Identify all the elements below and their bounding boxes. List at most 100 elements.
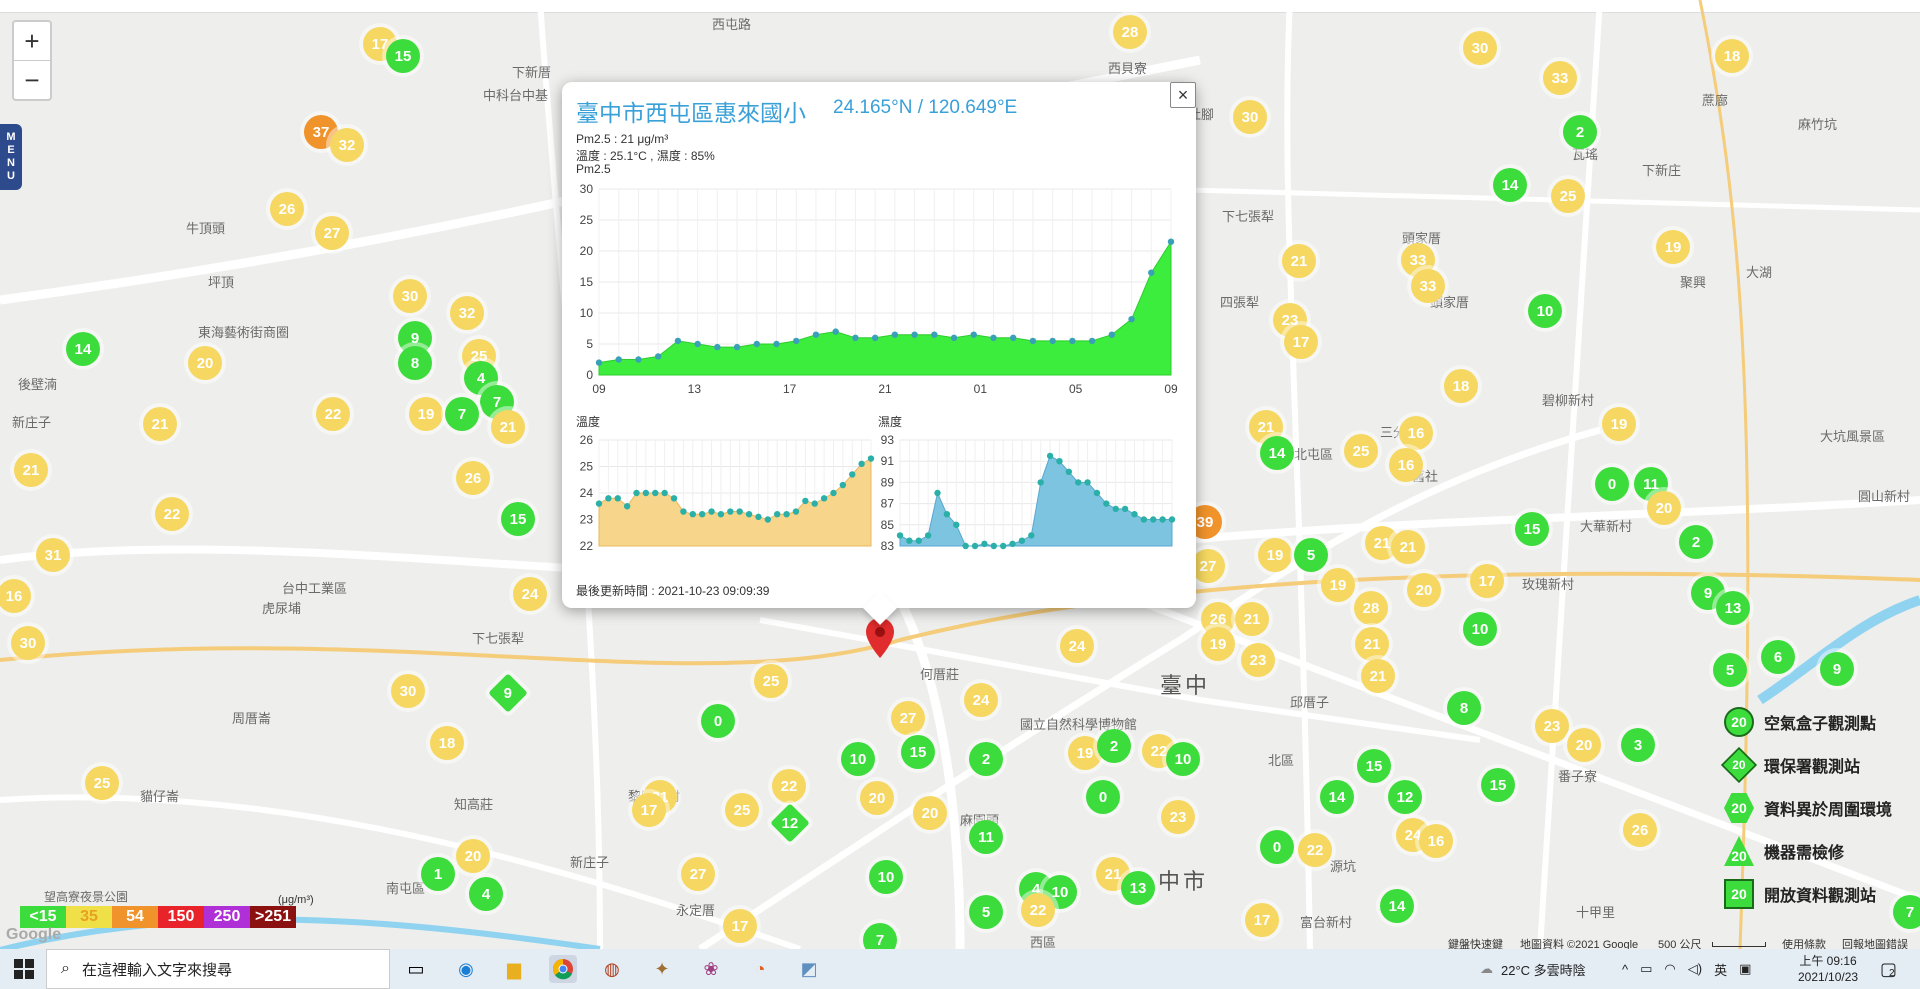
airbox-marker[interactable]: 32 <box>450 296 484 330</box>
airbox-marker[interactable]: 2 <box>969 742 1003 776</box>
airbox-marker[interactable]: 22 <box>1021 893 1055 927</box>
airbox-marker[interactable]: 23 <box>1241 643 1275 677</box>
airbox-marker[interactable]: 14 <box>1493 168 1527 202</box>
airbox-marker[interactable]: 22 <box>1298 833 1332 867</box>
keyboard-shortcuts-link[interactable]: 鍵盤快速鍵 <box>1448 936 1503 949</box>
volume-icon[interactable]: ◁) <box>1688 961 1702 977</box>
airbox-marker[interactable]: 15 <box>386 39 420 73</box>
airbox-marker[interactable]: 22 <box>772 769 806 803</box>
airbox-marker[interactable]: 21 <box>1235 602 1269 636</box>
airbox-marker[interactable]: 20 <box>188 346 222 380</box>
airbox-marker[interactable]: 26 <box>456 461 490 495</box>
airbox-marker[interactable]: 21 <box>1355 627 1389 661</box>
airbox-marker[interactable]: 17 <box>1245 903 1279 937</box>
battery-icon[interactable]: ▭ <box>1640 961 1652 977</box>
airbox-marker[interactable]: 5 <box>1713 653 1747 687</box>
airbox-marker[interactable]: 28 <box>1354 591 1388 625</box>
airbox-marker[interactable]: 22 <box>155 497 189 531</box>
airbox-marker[interactable]: 10 <box>869 860 903 894</box>
airbox-marker[interactable]: 21 <box>1361 659 1395 693</box>
airbox-marker[interactable]: 2 <box>1563 115 1597 149</box>
airbox-marker[interactable]: 15 <box>1481 768 1515 802</box>
airbox-marker[interactable]: 32 <box>330 128 364 162</box>
airbox-marker[interactable]: 3 <box>1621 728 1655 762</box>
airbox-marker[interactable]: 14 <box>66 332 100 366</box>
blender-icon[interactable]: ◔ <box>746 955 774 983</box>
file-explorer-icon[interactable]: ▆ <box>500 955 528 983</box>
airbox-marker[interactable]: 10 <box>1528 294 1562 328</box>
airbox-marker[interactable]: 8 <box>398 346 432 380</box>
airbox-marker[interactable]: 19 <box>1656 230 1690 264</box>
airbox-marker[interactable]: 7 <box>863 923 897 949</box>
airbox-marker[interactable]: 15 <box>901 735 935 769</box>
airbox-marker[interactable]: 18 <box>1715 39 1749 73</box>
airbox-marker[interactable]: 17 <box>632 793 666 827</box>
airbox-marker[interactable]: 24 <box>964 683 998 717</box>
airbox-marker[interactable]: 22 <box>316 397 350 431</box>
app-icon[interactable]: ❀ <box>697 955 725 983</box>
airbox-marker[interactable]: 24 <box>513 577 547 611</box>
airbox-marker[interactable]: 23 <box>1535 709 1569 743</box>
airbox-marker[interactable]: 27 <box>681 857 715 891</box>
edge-browser-icon[interactable]: ◉ <box>452 955 480 983</box>
airbox-marker[interactable]: 14 <box>1320 780 1354 814</box>
airbox-marker[interactable]: 25 <box>754 664 788 698</box>
airbox-marker[interactable]: 21 <box>143 407 177 441</box>
airbox-marker[interactable]: 30 <box>393 279 427 313</box>
airbox-marker[interactable]: 20 <box>1647 491 1681 525</box>
notification-button[interactable]: ▢ 2 <box>1880 949 1897 989</box>
airbox-marker[interactable]: 24 <box>1060 629 1094 663</box>
wifi-icon[interactable]: ◠ <box>1664 961 1675 977</box>
airbox-marker[interactable]: 19 <box>1258 538 1292 572</box>
airbox-marker[interactable]: 19 <box>1201 627 1235 661</box>
airbox-marker[interactable]: 30 <box>1463 31 1497 65</box>
airbox-marker[interactable]: 31 <box>36 538 70 572</box>
airbox-marker[interactable]: 21 <box>1282 244 1316 278</box>
airbox-marker[interactable]: 25 <box>1551 179 1585 213</box>
airbox-marker[interactable]: 27 <box>1191 549 1225 583</box>
airbox-marker[interactable]: 25 <box>1344 434 1378 468</box>
airbox-marker[interactable]: 8 <box>1447 691 1481 725</box>
airbox-marker[interactable]: 30 <box>1233 100 1267 134</box>
menu-tab[interactable]: M E N U <box>0 124 22 190</box>
airbox-marker[interactable]: 20 <box>860 781 894 815</box>
airbox-marker[interactable]: 17 <box>723 909 757 943</box>
airbox-marker[interactable]: 6 <box>1761 640 1795 674</box>
map-view[interactable]: 下新厝 中科台中基 西屯路 牛頂頭 坪頂 東海藝術街商圈 後壁湳 新庄子 台中工業區 虎尿埔 下七張… <box>0 0 1920 949</box>
airbox-marker[interactable]: 21 <box>1391 530 1425 564</box>
zoom-in-button[interactable]: + <box>14 22 50 60</box>
task-view-icon[interactable]: ▭ <box>402 955 430 983</box>
airbox-marker[interactable]: 15 <box>501 502 535 536</box>
windows-start-icon[interactable] <box>10 955 38 983</box>
report-error-link[interactable]: 回報地圖錯誤 <box>1842 936 1908 949</box>
airbox-marker[interactable]: 10 <box>841 742 875 776</box>
airbox-marker[interactable]: 15 <box>1515 512 1549 546</box>
airbox-marker[interactable]: 25 <box>725 793 759 827</box>
weather-widget[interactable]: ☁ 22°C 多雲時陰 <box>1480 949 1586 989</box>
airbox-marker[interactable]: 27 <box>315 216 349 250</box>
airbox-marker[interactable]: 0 <box>701 704 735 738</box>
airbox-marker[interactable]: 26 <box>1623 813 1657 847</box>
airbox-marker[interactable]: 7 <box>1893 895 1920 929</box>
airbox-marker[interactable]: 19 <box>1602 407 1636 441</box>
airbox-marker[interactable]: 20 <box>1407 573 1441 607</box>
airbox-marker[interactable]: 17 <box>1470 564 1504 598</box>
airbox-marker[interactable]: 25 <box>85 766 119 800</box>
airbox-marker[interactable]: 13 <box>1716 591 1750 625</box>
airbox-marker[interactable]: 19 <box>1321 568 1355 602</box>
airbox-marker[interactable]: 20 <box>1567 728 1601 762</box>
airbox-marker[interactable]: 19 <box>409 397 443 431</box>
airbox-marker[interactable]: 18 <box>1444 369 1478 403</box>
airbox-marker[interactable]: 2 <box>1679 525 1713 559</box>
airbox-marker[interactable]: 5 <box>1294 538 1328 572</box>
airbox-marker[interactable]: 1 <box>421 857 455 891</box>
airbox-marker[interactable]: 0 <box>1260 830 1294 864</box>
airbox-marker[interactable]: 11 <box>969 820 1003 854</box>
airbox-marker[interactable]: 10 <box>1463 612 1497 646</box>
zoom-out-button[interactable]: − <box>14 60 50 99</box>
ime-indicator[interactable]: 英 <box>1714 960 1727 979</box>
airbox-marker[interactable]: 20 <box>456 839 490 873</box>
airbox-marker[interactable]: 23 <box>1161 800 1195 834</box>
airbox-marker[interactable]: 2 <box>1097 729 1131 763</box>
airbox-marker[interactable]: 27 <box>891 701 925 735</box>
